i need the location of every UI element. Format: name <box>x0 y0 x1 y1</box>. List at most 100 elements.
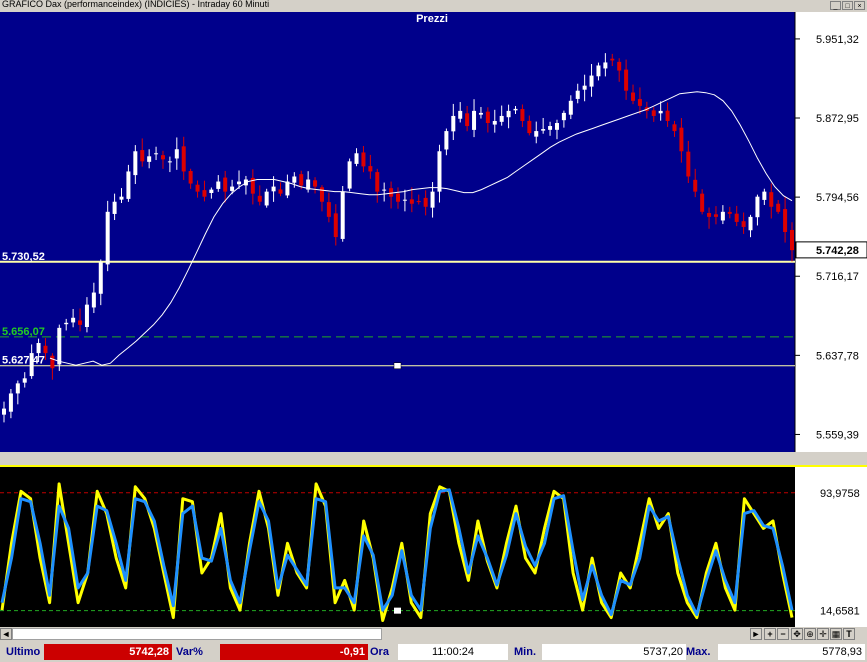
scroll-left-button[interactable]: ◄ <box>0 628 12 640</box>
crosshair-tool-icon[interactable]: ✛ <box>817 628 829 640</box>
ultimo-value: 5742,28 <box>44 644 172 660</box>
candle-body <box>727 211 732 214</box>
candle-body <box>84 304 89 328</box>
candle-body <box>755 196 760 218</box>
scroll-right-button[interactable]: ► <box>750 628 762 640</box>
grid-tool-icon[interactable]: ▦ <box>830 628 842 640</box>
price-tick-label: 5.872,95 <box>816 113 859 125</box>
candle-body <box>299 174 304 186</box>
var-value: -0,91 <box>220 644 368 660</box>
candle-body <box>264 191 269 206</box>
status-bar: Ultimo 5742,28 Var% -0,91 Ora 11:00:24 M… <box>0 642 867 662</box>
oscillator-handle[interactable] <box>394 607 401 614</box>
zoom-out-button[interactable]: − <box>777 628 789 640</box>
candle-body <box>257 195 262 202</box>
window-title: GRAFICO Dax (performanceindex) (INDICIES… <box>2 0 270 9</box>
candle-body <box>568 100 573 115</box>
candle-body <box>651 110 656 116</box>
candle-body <box>361 152 366 167</box>
candle-body <box>91 292 96 308</box>
candle-body <box>548 126 553 130</box>
candle-body <box>71 317 76 323</box>
candle-body <box>154 153 159 155</box>
candle-body <box>720 211 725 221</box>
candle-body <box>776 203 781 212</box>
candle-body <box>520 109 525 121</box>
candle-body <box>430 191 435 208</box>
candle-body <box>596 65 601 77</box>
candle-body <box>223 177 228 192</box>
candle-body <box>423 197 428 207</box>
close-button[interactable]: × <box>854 1 865 10</box>
maximize-button[interactable]: □ <box>842 1 853 10</box>
candle-body <box>36 343 41 354</box>
candle-body <box>230 186 235 191</box>
candle-body <box>8 393 13 412</box>
candle-body <box>499 115 504 122</box>
candle-body <box>492 120 497 125</box>
candle-body <box>271 186 276 192</box>
candle-body <box>783 209 788 232</box>
price-tick-label: 5.559,39 <box>816 429 859 441</box>
candle-body <box>472 110 477 130</box>
candle-body <box>15 383 20 394</box>
candle-body <box>29 353 34 377</box>
max-value: 5778,93 <box>718 644 865 660</box>
target-tool-icon[interactable]: ⊕ <box>804 628 816 640</box>
candle-body <box>527 120 532 134</box>
candle-body <box>402 199 407 201</box>
price-panel[interactable] <box>0 12 795 452</box>
candle-body <box>741 221 746 227</box>
candle-body <box>582 85 587 90</box>
price-tick-label: 5.951,32 <box>816 34 859 46</box>
ultimo-label: Ultimo <box>6 646 41 658</box>
price-chart-title: Prezzi <box>416 13 448 25</box>
candle-body <box>209 189 214 193</box>
candle-body <box>333 213 338 238</box>
candle-body <box>409 199 414 204</box>
minimize-button[interactable]: _ <box>830 1 841 10</box>
candle-body <box>98 262 103 294</box>
candle-body <box>78 320 83 325</box>
candle-body <box>700 193 705 212</box>
candle-body <box>485 111 490 124</box>
min-value: 5737,20 <box>542 644 686 660</box>
zoom-in-button[interactable]: + <box>764 628 776 640</box>
candle-body <box>658 110 663 114</box>
candle-body <box>693 179 698 192</box>
max-label: Max. <box>686 646 711 658</box>
candle-body <box>637 99 642 106</box>
candle-body <box>160 155 165 160</box>
window-titlebar: GRAFICO Dax (performanceindex) (INDICIES… <box>0 0 867 12</box>
candle-body <box>679 127 684 152</box>
candle-body <box>382 189 387 191</box>
candle-body <box>167 161 172 163</box>
candle-body <box>202 190 207 197</box>
candle-body <box>133 151 138 176</box>
candle-body <box>631 92 636 101</box>
price-tick-label: 5.637,78 <box>816 350 859 362</box>
pan-tool-icon[interactable]: ✥ <box>791 628 803 640</box>
text-tool-icon[interactable]: T <box>843 628 855 640</box>
horizontal-scrollbar[interactable]: ◄ ► + − ✥ ⊕ ✛ ▦ T <box>0 627 867 641</box>
candle-body <box>465 113 470 127</box>
candle-body <box>174 149 179 159</box>
candle-body <box>181 146 186 172</box>
candle-body <box>112 201 117 214</box>
candle-body <box>22 378 27 383</box>
candle-body <box>396 193 400 202</box>
scrollbar-track[interactable] <box>12 628 382 640</box>
candle-body <box>561 112 566 121</box>
chart-canvas[interactable]: Prezzi 5.730,525.656,075.627,47 5.951,32… <box>0 12 867 627</box>
candle-body <box>195 184 200 192</box>
candle-body <box>105 211 110 265</box>
candle-body <box>575 90 580 99</box>
ora-label: Ora <box>370 646 389 658</box>
candle-body <box>589 75 594 87</box>
oscillator-tick-label: 14,6581 <box>820 606 860 618</box>
candle-body <box>375 172 380 192</box>
level-line-handle[interactable] <box>393 362 402 369</box>
candle-body <box>319 187 324 202</box>
candle-body <box>762 191 767 200</box>
candle-body <box>389 188 394 197</box>
